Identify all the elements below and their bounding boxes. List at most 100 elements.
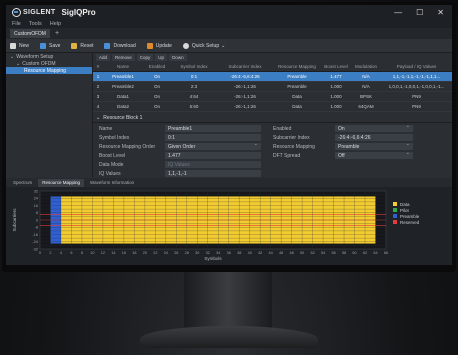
x-tick-label: 0: [39, 251, 41, 255]
tab-spectrum[interactable]: Spectrum: [9, 179, 36, 187]
reset-icon: [71, 42, 78, 49]
column-header[interactable]: #: [93, 62, 103, 72]
bottom-panel: Spectrum Resource Mapping Waveform Infor…: [6, 178, 452, 265]
legend-label: Pilot: [400, 207, 409, 213]
table-cell: 2:3: [171, 81, 217, 92]
close-button[interactable]: ✕: [437, 8, 444, 17]
chevron-down-icon: ⌄: [221, 42, 226, 49]
legend-label: Preamble: [400, 213, 420, 219]
table-cell: 1,1,-1,-1,1,-1,-1,-1,1,1...: [381, 71, 452, 82]
x-tick-label: 26: [174, 251, 178, 255]
table-cell: On: [143, 81, 171, 92]
table-cell: 0:1: [171, 71, 217, 82]
table-cell: -26:-1,1:26: [217, 91, 273, 102]
x-axis-label: Symbols: [204, 256, 222, 261]
column-header[interactable]: Modulation: [351, 62, 381, 72]
menu-file[interactable]: File: [12, 21, 21, 27]
maximize-button[interactable]: ☐: [416, 8, 423, 17]
down-button[interactable]: Down: [169, 54, 187, 61]
table-cell: Preamble: [273, 71, 321, 82]
add-button[interactable]: Add: [96, 54, 111, 61]
download-button[interactable]: Download: [104, 42, 136, 49]
reset-label: Reset: [80, 42, 94, 49]
table-row[interactable]: 2 Preamble2 On 2:3 -26:-1,1:26 Preamble …: [93, 81, 452, 92]
new-label: New: [19, 42, 30, 49]
tree-item-label: Custom OFDM: [22, 60, 56, 67]
iq-values-field[interactable]: 1,1,-1,-1: [165, 170, 261, 177]
x-tick-label: 34: [216, 251, 220, 255]
table-cell: 4: [93, 101, 103, 112]
column-header[interactable]: Enabled: [143, 62, 171, 72]
resource-block-panel: Add Remove Copy Up Down # Name Enabled S…: [93, 53, 452, 177]
table-row[interactable]: 1 Preamble1 On 0:1 -26:4:-6,6:4:26 Pream…: [93, 71, 452, 82]
title-bar: SIGLENT SigIQPro — ☐ ✕: [6, 5, 452, 19]
column-header[interactable]: Payload / IQ Values: [381, 62, 452, 72]
x-tick-label: 22: [153, 251, 157, 255]
enabled-select[interactable]: On: [335, 123, 413, 132]
new-button[interactable]: New: [10, 42, 30, 49]
resource-block-section-header[interactable]: ⌄ Resource Block 1: [93, 114, 452, 123]
tab-waveform-information[interactable]: Waveform Information: [86, 179, 138, 187]
legend-label: Data: [400, 201, 410, 207]
x-tick-label: 30: [195, 251, 199, 255]
table-cell: 1.000: [321, 91, 351, 102]
dft-spread-select[interactable]: Off: [335, 150, 413, 159]
navigation-tree: ⌄ Waveform Setup ⌄ Custom OFDM Resource …: [6, 53, 93, 177]
tree-item-custom-ofdm[interactable]: ⌄ Custom OFDM: [6, 60, 92, 67]
quick-setup-label: Quick Setup: [191, 42, 220, 49]
remove-button[interactable]: Remove: [112, 54, 135, 61]
quick-setup-icon: [182, 42, 189, 49]
save-label: Save: [49, 42, 61, 49]
monitor-stand-base: [140, 326, 318, 348]
x-tick-label: 36: [227, 251, 231, 255]
x-tick-label: 18: [132, 251, 136, 255]
y-tick-label: 0: [36, 218, 38, 222]
tab-custom-ofdm[interactable]: CustomOFDM: [10, 29, 50, 38]
legend-item-reserved: Reserved: [393, 219, 419, 225]
add-tab-button[interactable]: +: [55, 30, 59, 37]
minimize-button[interactable]: —: [394, 8, 402, 17]
resource-mapping-select[interactable]: Preamble: [335, 141, 413, 150]
x-tick-label: 58: [342, 251, 346, 255]
data-mode-label: Data Mode: [99, 162, 124, 168]
boost-level-field[interactable]: 1.477: [165, 152, 261, 159]
copy-button[interactable]: Copy: [136, 54, 154, 61]
table-cell: 1.000: [321, 101, 351, 112]
tree-item-waveform-setup[interactable]: ⌄ Waveform Setup: [6, 53, 92, 60]
table-cell: Preamble1: [103, 71, 143, 82]
column-header[interactable]: Symbol Index: [171, 62, 217, 72]
table-row[interactable]: 3 Data1 On 4:64 -26:-1,1:26 Data 1.000 B…: [93, 91, 452, 102]
column-header[interactable]: Subcarrier Index: [217, 62, 273, 72]
up-button[interactable]: Up: [155, 54, 168, 61]
table-cell: -26:-1,1:26: [217, 81, 273, 92]
column-header[interactable]: Boost Level: [321, 62, 351, 72]
table-cell: N/A: [351, 81, 381, 92]
update-button[interactable]: Update: [146, 42, 172, 49]
x-tick-label: 64: [373, 251, 377, 255]
legend-swatch: [393, 220, 397, 224]
table-cell: 2: [93, 81, 103, 92]
menu-help[interactable]: Help: [50, 21, 61, 27]
subcarrier-index-field[interactable]: -26:4:-6,6:4:26: [335, 134, 413, 141]
x-tick-label: 52: [310, 251, 314, 255]
table-row[interactable]: 4 Data2 On 5:60 -26:-1,1:26 Data 1.000 6…: [93, 101, 452, 112]
app-title: SigIQPro: [61, 7, 96, 17]
symbol-index-field[interactable]: 0:1: [165, 134, 261, 141]
new-file-icon: [10, 42, 16, 49]
reset-button[interactable]: Reset: [71, 42, 94, 49]
monitor-bezel: SIGLENT SigIQPro — ☐ ✕ File Tools Help C…: [2, 2, 456, 272]
tab-resource-mapping[interactable]: Resource Mapping: [38, 178, 85, 187]
quick-setup-button[interactable]: Quick Setup ⌄: [182, 42, 226, 49]
table-cell: Preamble: [273, 81, 321, 92]
save-button[interactable]: Save: [40, 42, 61, 49]
resource-mapping-label: Resource Mapping: [273, 144, 315, 150]
tree-item-resource-mapping[interactable]: Resource Mapping: [6, 67, 92, 74]
name-field[interactable]: Preamble1: [165, 125, 261, 132]
download-icon: [104, 42, 111, 49]
resource-block-table: # Name Enabled Symbol Index Subcarrier I…: [93, 62, 452, 112]
mapping-order-select[interactable]: Given Order: [165, 141, 261, 150]
column-header[interactable]: Name: [103, 62, 143, 72]
column-header[interactable]: Resource Mapping: [273, 62, 321, 72]
menu-tools[interactable]: Tools: [29, 21, 42, 27]
table-cell: 64QAM: [351, 101, 381, 112]
